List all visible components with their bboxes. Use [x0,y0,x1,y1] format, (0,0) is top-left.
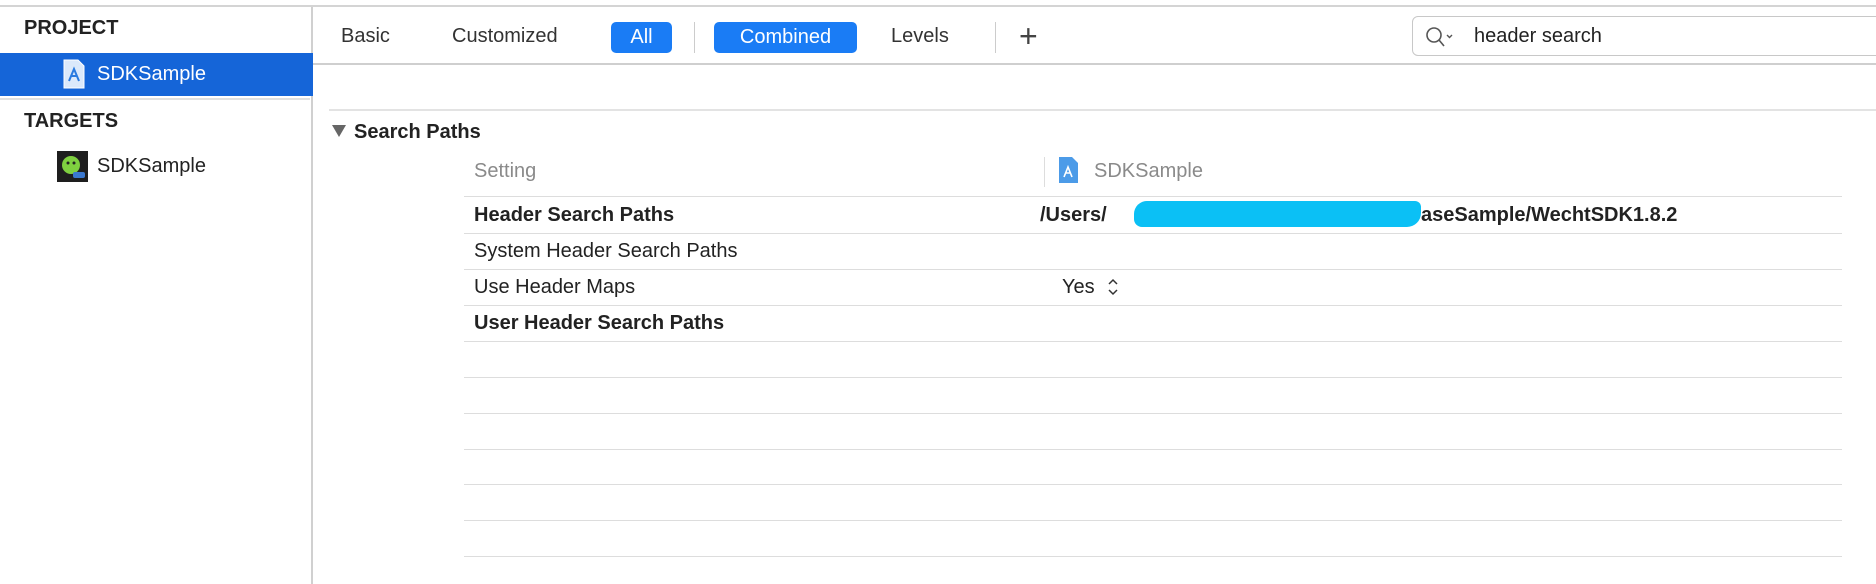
setting-value-prefix[interactable]: /Users/ [1040,204,1107,227]
column-header-setting: Setting [474,160,537,182]
table-row-user-header-search-paths[interactable]: User Header Search Paths [464,306,1842,341]
setting-name: Use Header Maps [474,276,636,298]
disclosure-triangle-icon[interactable] [332,124,346,138]
project-file-icon [63,59,85,89]
search-icon [1426,27,1453,47]
sidebar-divider [0,98,310,100]
row-divider [464,377,1842,378]
table-row-system-header-search-paths[interactable]: System Header Search Paths [464,234,1842,269]
project-item-label: SDKSample [97,63,206,85]
tab-levels[interactable]: Levels [891,25,949,48]
target-item-label: SDKSample [97,155,206,177]
row-divider [464,413,1842,414]
toolbar-divider [995,22,996,53]
row-divider [464,449,1842,450]
table-row-use-header-maps[interactable]: Use Header Maps Yes [464,270,1842,305]
tab-combined[interactable]: Combined [714,22,857,53]
sidebar-item-target[interactable]: SDKSample [0,146,313,186]
search-field[interactable]: header search [1412,16,1876,56]
add-setting-button[interactable]: + [1019,18,1038,55]
row-divider [464,556,1842,557]
row-divider [464,520,1842,521]
sidebar-item-project[interactable]: SDKSample [0,53,313,96]
project-header: PROJECT [24,17,119,39]
search-input[interactable]: header search [1474,25,1602,48]
setting-value-popup[interactable]: Yes [1062,276,1095,299]
setting-name: Header Search Paths [474,204,675,226]
row-divider [464,484,1842,485]
setting-name: System Header Search Paths [474,240,738,262]
setting-value-suffix[interactable]: aseSample/WechtSDK1.8.2 [1421,204,1677,227]
column-divider [1044,157,1045,187]
chevron-updown-icon[interactable] [1107,277,1119,297]
setting-name: User Header Search Paths [474,312,725,334]
tab-basic[interactable]: Basic [341,25,390,48]
column-header-target: SDKSample [1094,160,1203,182]
targets-header: TARGETS [24,110,119,132]
row-divider [464,341,1842,342]
target-app-icon [57,151,88,182]
section-divider [329,109,1876,111]
project-file-icon [1059,157,1078,183]
redaction-mark [1134,201,1421,227]
tab-customized[interactable]: Customized [452,25,558,48]
toolbar-divider [694,22,695,53]
table-row-header-search-paths[interactable]: Header Search Paths /Users/ aseSample/We… [464,197,1842,233]
section-title: Search Paths [354,121,481,143]
tab-all[interactable]: All [611,22,672,53]
toolbar-bottom-border [313,63,1876,65]
